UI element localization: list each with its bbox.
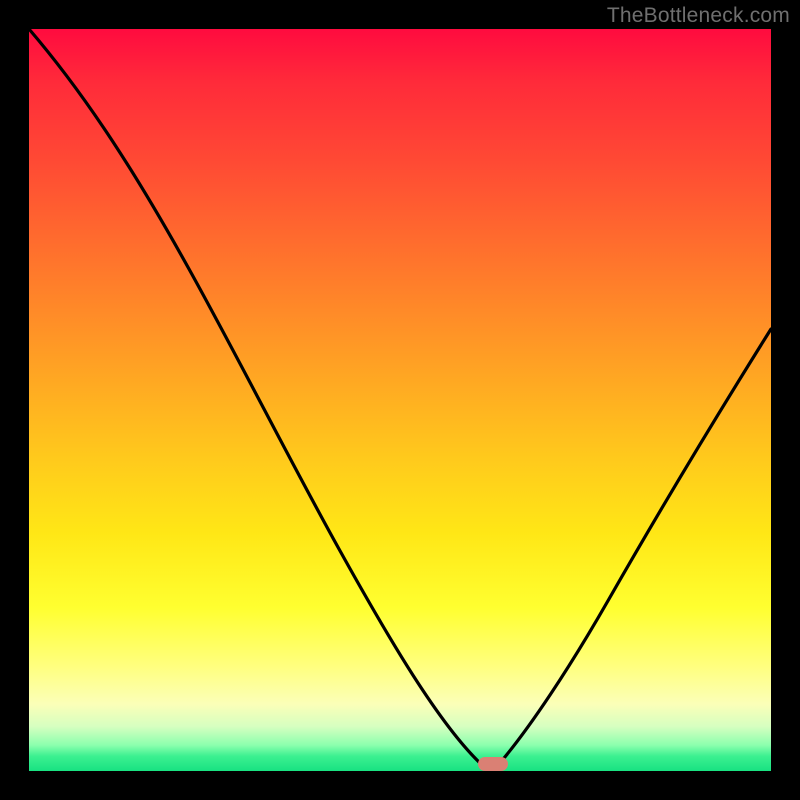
plot-area xyxy=(29,29,771,771)
chart-frame: TheBottleneck.com xyxy=(0,0,800,800)
bottleneck-curve xyxy=(29,29,771,771)
curve-path xyxy=(29,29,771,764)
watermark-text: TheBottleneck.com xyxy=(607,4,790,28)
optimum-marker xyxy=(478,757,508,771)
